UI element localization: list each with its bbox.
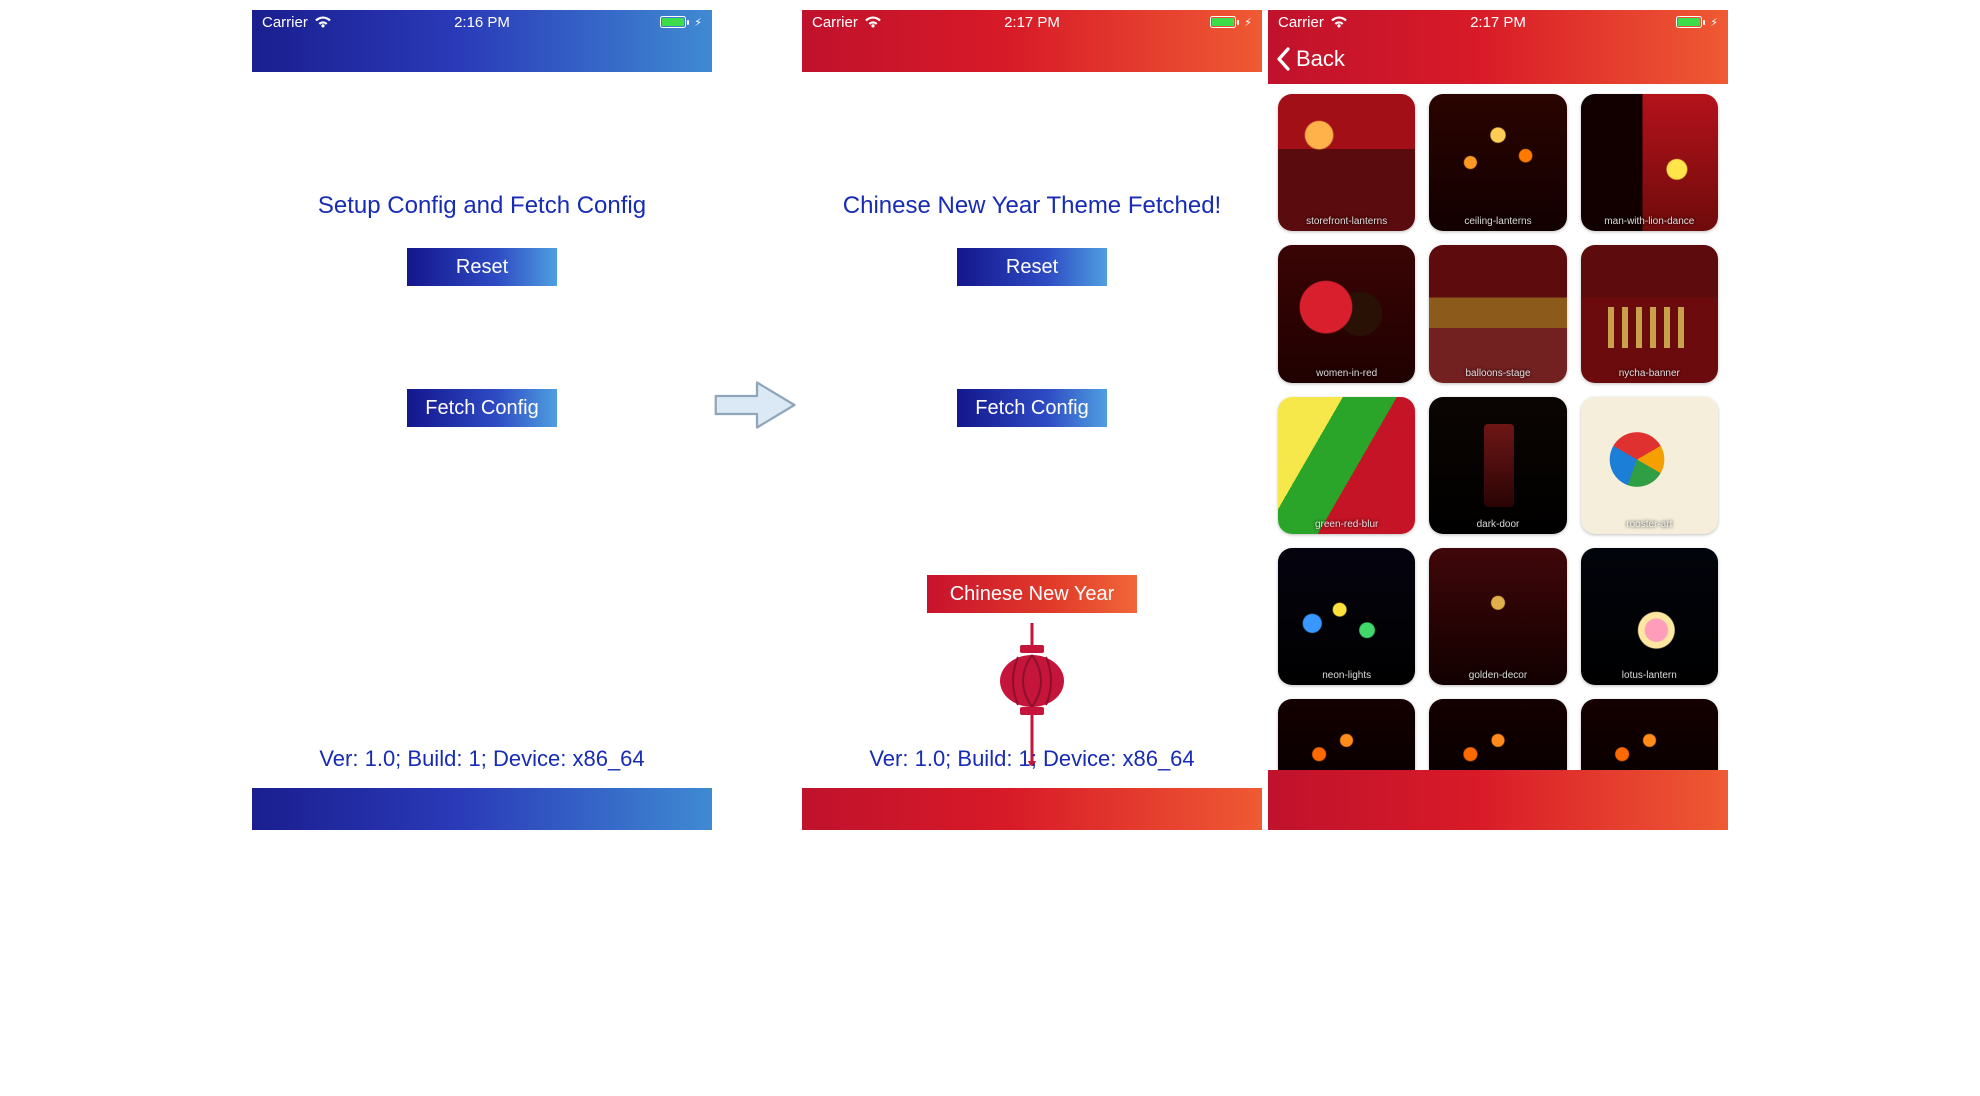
wifi-icon bbox=[1330, 15, 1348, 29]
chevron-left-icon[interactable] bbox=[1276, 47, 1292, 71]
gallery-thumb[interactable]: golden-decor bbox=[1429, 548, 1566, 685]
battery-icon bbox=[1676, 16, 1702, 28]
three-screen-flow: Carrier 2:16 PM ⚡︎ Setup Config and Fetc… bbox=[252, 0, 1728, 830]
flow-arrow-icon bbox=[712, 370, 802, 440]
screen-content: Chinese New Year Theme Fetched! Reset Fe… bbox=[802, 72, 1262, 830]
footer-band bbox=[1268, 770, 1728, 830]
header-band: Carrier 2:16 PM ⚡︎ bbox=[252, 10, 712, 72]
version-footer: Ver: 1.0; Build: 1; Device: x86_64 bbox=[252, 746, 712, 772]
screen-content: Setup Config and Fetch Config Reset Fetc… bbox=[252, 72, 712, 830]
screen-theme-fetched: Carrier 2:17 PM ⚡︎ Chinese New Year Them… bbox=[802, 10, 1262, 830]
gallery-thumb[interactable]: storefront-lanterns bbox=[1278, 94, 1415, 231]
gallery-thumb[interactable]: lotus-lantern bbox=[1581, 548, 1718, 685]
bolt-icon: ⚡︎ bbox=[694, 16, 702, 29]
gallery-thumb[interactable]: dark-door bbox=[1429, 397, 1566, 534]
gallery-thumb[interactable]: rooster-art bbox=[1581, 397, 1718, 534]
fetch-config-button[interactable]: Fetch Config bbox=[407, 389, 557, 427]
back-button[interactable]: Back bbox=[1296, 46, 1345, 72]
gallery[interactable]: storefront-lanterns ceiling-lanterns man… bbox=[1268, 84, 1728, 830]
reset-button[interactable]: Reset bbox=[957, 248, 1107, 286]
gallery-thumb[interactable]: nycha-banner bbox=[1581, 245, 1718, 382]
carrier-label: Carrier bbox=[812, 14, 858, 31]
theme-button[interactable]: Chinese New Year bbox=[927, 575, 1137, 613]
gallery-thumb[interactable]: women-in-red bbox=[1278, 245, 1415, 382]
reset-button[interactable]: Reset bbox=[407, 248, 557, 286]
footer-band bbox=[252, 788, 712, 830]
gallery-thumb[interactable]: man-with-lion-dance bbox=[1581, 94, 1718, 231]
carrier-label: Carrier bbox=[1278, 14, 1324, 31]
status-bar: Carrier 2:17 PM ⚡︎ bbox=[802, 10, 1262, 34]
footer-band bbox=[802, 788, 1262, 830]
fetch-config-button[interactable]: Fetch Config bbox=[957, 389, 1107, 427]
gallery-thumb[interactable]: neon-lights bbox=[1278, 548, 1415, 685]
gallery-thumb[interactable]: green-red-blur bbox=[1278, 397, 1415, 534]
nav-bar: Back bbox=[1268, 34, 1728, 84]
thumb-grid: storefront-lanterns ceiling-lanterns man… bbox=[1268, 84, 1728, 830]
status-bar: Carrier 2:16 PM ⚡︎ bbox=[252, 10, 712, 34]
gallery-thumb[interactable]: ceiling-lanterns bbox=[1429, 94, 1566, 231]
page-title: Setup Config and Fetch Config bbox=[318, 192, 646, 220]
wifi-icon bbox=[864, 15, 882, 29]
version-footer: Ver: 1.0; Build: 1; Device: x86_64 bbox=[802, 746, 1262, 772]
gallery-thumb[interactable]: balloons-stage bbox=[1429, 245, 1566, 382]
status-bar: Carrier 2:17 PM ⚡︎ bbox=[1268, 10, 1728, 34]
bolt-icon: ⚡︎ bbox=[1244, 16, 1252, 29]
header-band: Carrier 2:17 PM ⚡︎ Back bbox=[1268, 10, 1728, 84]
wifi-icon bbox=[314, 15, 332, 29]
bolt-icon: ⚡︎ bbox=[1710, 16, 1718, 29]
carrier-label: Carrier bbox=[262, 14, 308, 31]
screen-gallery: Carrier 2:17 PM ⚡︎ Back s bbox=[1268, 10, 1728, 830]
page-title: Chinese New Year Theme Fetched! bbox=[843, 192, 1221, 220]
battery-icon bbox=[1210, 16, 1236, 28]
flow-arrow bbox=[712, 10, 802, 440]
header-band: Carrier 2:17 PM ⚡︎ bbox=[802, 10, 1262, 72]
screen-initial: Carrier 2:16 PM ⚡︎ Setup Config and Fetc… bbox=[252, 10, 712, 830]
battery-icon bbox=[660, 16, 686, 28]
